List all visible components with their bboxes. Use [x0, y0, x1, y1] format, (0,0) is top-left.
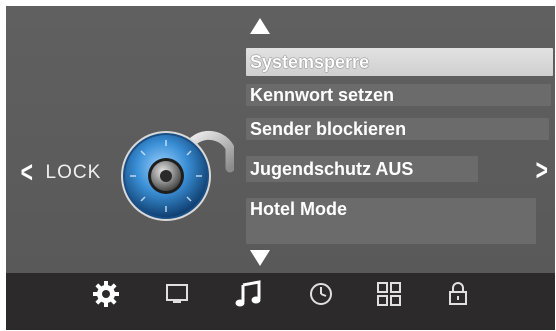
music-note-icon[interactable]: [233, 278, 265, 310]
menu-item-systemsperre[interactable]: Systemsperre: [246, 48, 553, 76]
padlock-icon: [121, 130, 234, 221]
settings-gear-icon[interactable]: [90, 278, 122, 310]
grid-icon[interactable]: [373, 278, 405, 310]
nav-prev-lock[interactable]: < LOCK: [18, 158, 101, 188]
section-label-lock: LOCK: [45, 162, 102, 183]
scroll-up-arrow-icon[interactable]: [250, 18, 270, 34]
menu-item-sender-blockieren[interactable]: Sender blockieren: [246, 118, 549, 140]
menu-item-hotel-mode[interactable]: Hotel Mode: [246, 198, 536, 244]
scroll-down-arrow-icon[interactable]: [250, 250, 270, 266]
chevron-right-icon[interactable]: >: [536, 156, 548, 186]
lock-icon[interactable]: [442, 278, 474, 310]
monitor-icon[interactable]: [161, 278, 193, 310]
menu-item-kennwort-setzen[interactable]: Kennwort setzen: [246, 84, 551, 106]
chevron-left-icon[interactable]: <: [21, 158, 33, 188]
lock-menu-panel: < LOCK Systemsperre Kennwort setzen Send…: [6, 6, 555, 273]
clock-icon[interactable]: [305, 278, 337, 310]
menu-item-jugendschutz[interactable]: Jugendschutz AUS: [246, 156, 478, 182]
